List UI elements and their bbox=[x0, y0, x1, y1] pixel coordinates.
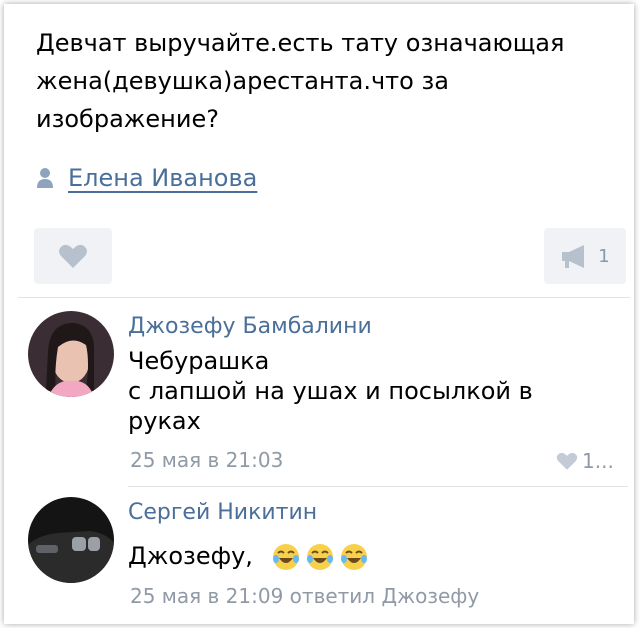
comment-text: Джозефу, bbox=[128, 541, 373, 572]
post-text-line: Девчат выручайте.есть тату означающая bbox=[36, 29, 565, 57]
share-button[interactable]: 1 bbox=[544, 228, 626, 284]
share-count: 1 bbox=[598, 245, 610, 267]
comment-text: Чебурашка с лапшой на ушах и посылкой в … bbox=[128, 346, 533, 436]
author-name[interactable]: Елена Иванова bbox=[68, 164, 257, 192]
post-text-line: жена(девушка)арестанта.что за bbox=[36, 67, 449, 95]
divider bbox=[18, 297, 630, 298]
comment-author[interactable]: Сергей Никитин bbox=[128, 500, 317, 525]
comment-author[interactable]: Джозефу Бамбалини bbox=[128, 314, 372, 339]
avatar[interactable] bbox=[28, 497, 114, 583]
like-button[interactable] bbox=[34, 228, 112, 284]
comment-text-line: Чебурашка bbox=[128, 347, 270, 375]
post-card: Девчат выручайте.есть тату означающая же… bbox=[4, 4, 634, 624]
tears-of-joy-icon bbox=[340, 544, 367, 570]
comment-text-line: Джозефу, bbox=[128, 542, 253, 570]
comment-like-button[interactable]: 1... bbox=[556, 449, 614, 473]
comment-text-line: с лапшой на ушах и посылкой в bbox=[128, 377, 533, 405]
comment-like-count: 1... bbox=[582, 449, 614, 473]
megaphone-icon bbox=[562, 245, 585, 268]
heart-icon bbox=[556, 452, 578, 470]
user-icon bbox=[37, 168, 53, 188]
avatar[interactable] bbox=[28, 311, 114, 397]
comment-text-line: руках bbox=[128, 407, 201, 435]
tears-of-joy-icon bbox=[306, 544, 333, 570]
tears-of-joy-icon bbox=[272, 544, 299, 570]
divider bbox=[128, 486, 628, 487]
emoji-group bbox=[271, 542, 373, 572]
comment-date: 25 мая в 21:03 bbox=[130, 448, 284, 472]
post-author[interactable]: Елена Иванова bbox=[34, 162, 257, 194]
comment-date: 25 мая в 21:09 ответил Джозефу bbox=[130, 584, 480, 608]
post-text-line: изображение? bbox=[36, 105, 219, 133]
post-text: Девчат выручайте.есть тату означающая же… bbox=[36, 24, 626, 138]
heart-icon bbox=[59, 244, 87, 268]
